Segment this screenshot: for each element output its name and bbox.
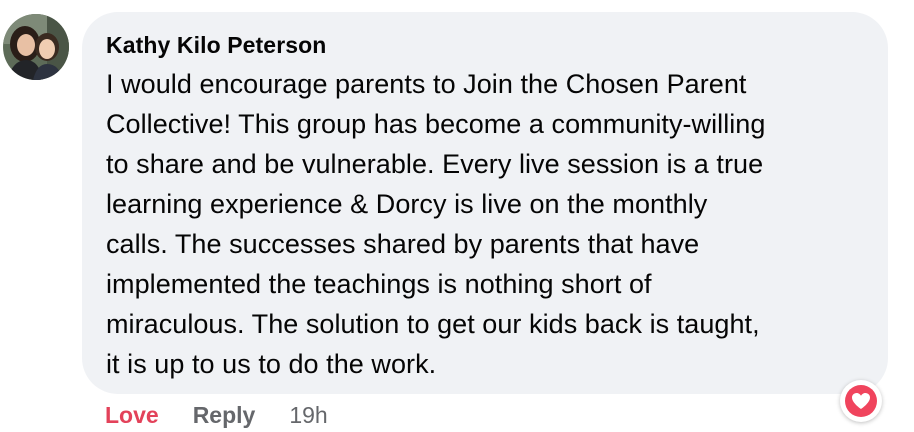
comment-line: implemented the teachings is nothing sho… xyxy=(106,269,652,299)
timestamp-link[interactable]: 19h xyxy=(289,402,327,429)
comment-line: Collective! This group has become a comm… xyxy=(106,109,766,139)
comment-line: I would encourage parents to Join the Ch… xyxy=(106,69,747,99)
comment-line: to share and be vulnerable. Every live s… xyxy=(106,149,764,179)
heart-reaction xyxy=(845,385,877,417)
comment-container: Kathy Kilo Peterson I would encourage pa… xyxy=(0,0,914,432)
reply-button[interactable]: Reply xyxy=(193,402,256,429)
avatar-photo xyxy=(3,14,69,80)
avatar[interactable] xyxy=(3,14,69,80)
comment-bubble: Kathy Kilo Peterson I would encourage pa… xyxy=(82,12,888,394)
comment-actions: Love Reply 19h xyxy=(105,400,328,430)
comment-line: learning experience & Dorcy is live on t… xyxy=(106,189,708,219)
comment-body: I would encourage parents to Join the Ch… xyxy=(106,64,864,384)
love-button[interactable]: Love xyxy=(105,402,159,429)
comment-line: miraculous. The solution to get our kids… xyxy=(106,309,760,339)
reaction-badge[interactable] xyxy=(840,380,882,422)
comment-line: it is up to us to do the work. xyxy=(106,349,437,379)
author-name[interactable]: Kathy Kilo Peterson xyxy=(106,30,864,60)
comment-line: calls. The successes shared by parents t… xyxy=(106,229,700,259)
heart-icon xyxy=(852,393,870,409)
